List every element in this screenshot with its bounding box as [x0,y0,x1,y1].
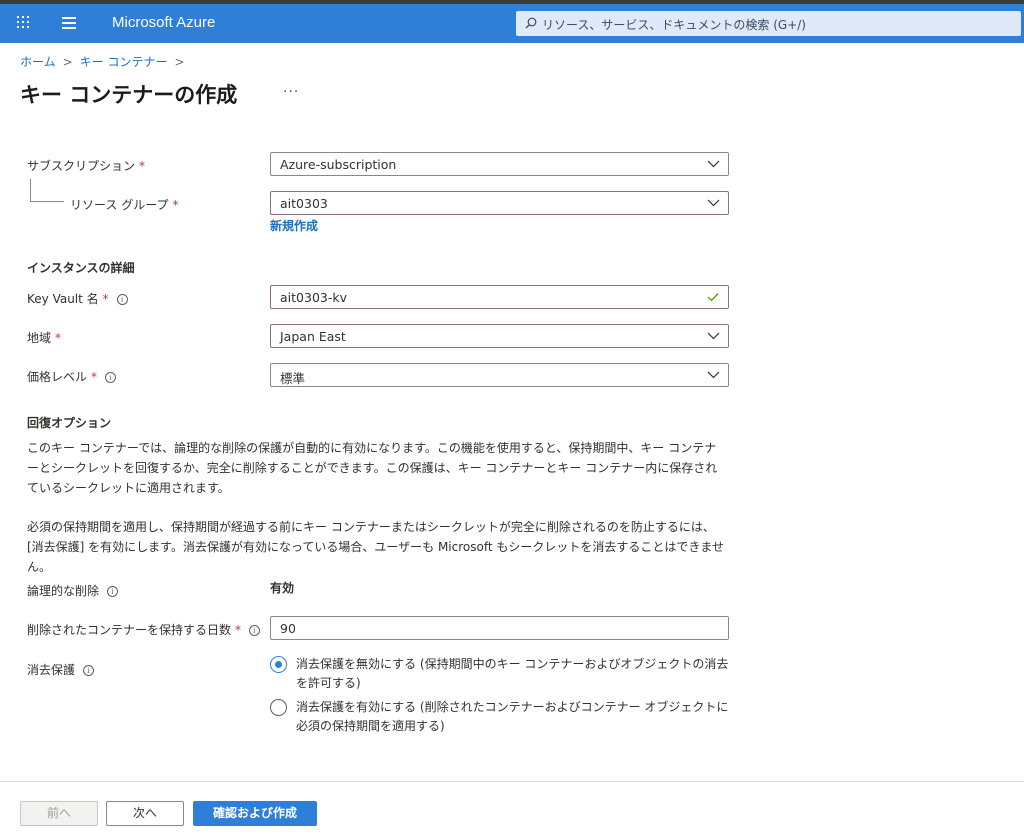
instance-details-heading: インスタンスの詳細 [27,261,135,275]
purge-protection-disable-label[interactable]: 消去保護を無効にする (保持期間中のキー コンテナーおよびオブジェクトの消去を許… [296,655,736,693]
review-create-button[interactable]: 確認および作成 [193,801,317,826]
recovery-paragraph-2: 必須の保持期間を適用し、保持期間が経過する前にキー コンテナーまたはシークレット… [27,520,725,574]
info-icon[interactable]: i [83,665,95,676]
search-placeholder: リソース、サービス、ドキュメントの検索 (G+/) [542,18,806,32]
soft-delete-value: 有効 [270,581,295,595]
app-launcher-icon[interactable] [17,16,31,30]
pricing-tier-label: 価格レベル * i [27,368,117,385]
info-icon[interactable]: i [105,372,117,383]
chevron-down-icon [707,371,720,379]
key-vault-name-value: ait0303-kv [280,290,347,305]
subscription-dropdown[interactable]: Azure-subscription [270,152,729,176]
breadcrumb-home[interactable]: ホーム [20,55,56,69]
retention-days-label: 削除されたコンテナーを保持する日数 * i [27,621,261,638]
breadcrumb-key-vault[interactable]: キー コンテナー [80,55,168,69]
info-icon[interactable]: i [116,294,128,305]
purge-protection-label: 消去保護 i [27,661,95,678]
purge-protection-enable-label[interactable]: 消去保護を有効にする (削除されたコンテナーおよびコンテナー オブジェクトに必須… [296,698,736,736]
purge-protection-enable-radio[interactable] [270,699,287,716]
subscription-label: サブスクリプション * [27,159,146,173]
recovery-options-heading: 回復オプション [27,416,112,430]
hamburger-menu-icon[interactable] [62,17,76,29]
next-button[interactable]: 次へ [106,801,184,826]
key-vault-name-label: Key Vault 名 * i [27,290,128,307]
purge-protection-disable-radio[interactable] [270,656,287,673]
tree-connector [30,179,64,202]
info-icon[interactable]: i [107,586,119,597]
previous-button[interactable]: 前へ [20,801,98,826]
more-options-icon[interactable]: ··· [283,84,299,100]
chevron-down-icon [707,332,720,340]
resource-group-dropdown[interactable]: ait0303 [270,191,729,215]
breadcrumb-separator: > [62,55,73,69]
search-icon [525,17,537,29]
recovery-paragraph-1: このキー コンテナーでは、論理的な削除の保護が自動的に有効になります。この機能を… [27,441,718,495]
breadcrumb: ホーム > キー コンテナー > [20,53,192,70]
brand-title[interactable]: Microsoft Azure [112,14,215,31]
region-label: 地域 * [27,331,62,345]
key-vault-name-input[interactable]: ait0303-kv [270,285,729,309]
info-icon[interactable]: i [249,625,261,636]
resource-group-label: リソース グループ * [70,198,179,212]
resource-group-value: ait0303 [280,196,328,211]
search-input[interactable]: リソース、サービス、ドキュメントの検索 (G+/) [516,11,1021,36]
pricing-tier-dropdown[interactable]: 標準 [270,363,729,387]
soft-delete-label: 論理的な削除 i [27,582,119,599]
retention-days-value: 90 [280,621,296,636]
chevron-down-icon [707,160,720,168]
pricing-tier-value: 標準 [280,371,306,386]
region-dropdown[interactable]: Japan East [270,324,729,348]
check-icon [707,293,719,302]
region-value: Japan East [280,329,346,344]
subscription-value: Azure-subscription [280,157,397,172]
chevron-down-icon [707,199,720,207]
azure-top-bar: Microsoft Azure リソース、サービス、ドキュメントの検索 (G+/… [0,4,1024,43]
create-new-resource-group-link[interactable]: 新規作成 [270,217,318,234]
breadcrumb-separator: > [174,55,185,69]
page-title: キー コンテナーの作成 [20,83,238,107]
retention-days-input[interactable]: 90 [270,616,729,640]
